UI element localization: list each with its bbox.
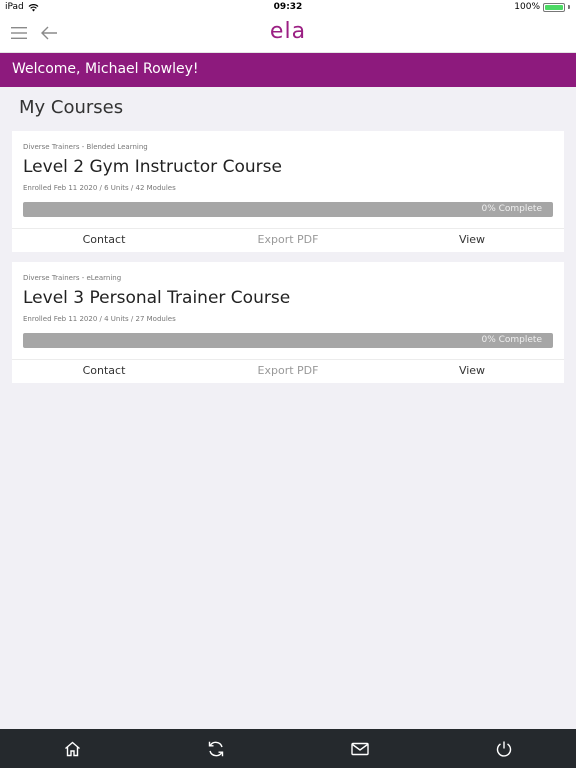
battery-tip xyxy=(568,5,570,9)
course-actions: Contact Export PDF View xyxy=(12,228,564,252)
course-title: Level 3 Personal Trainer Course xyxy=(23,288,291,308)
welcome-banner: Welcome, Michael Rowley! xyxy=(0,53,576,87)
course-progress-bar: 0% Complete xyxy=(23,202,553,217)
navigation-bar: ela xyxy=(0,16,576,53)
course-card: Diverse Trainers - Blended Learning Leve… xyxy=(12,131,564,252)
view-button[interactable]: View xyxy=(380,360,564,383)
battery-percent: 100% xyxy=(514,2,540,12)
mail-icon xyxy=(351,742,369,755)
course-provider: Diverse Trainers - Blended Learning xyxy=(23,143,148,151)
view-button[interactable]: View xyxy=(380,229,564,252)
welcome-text: Welcome, Michael Rowley! xyxy=(12,61,199,77)
contact-button[interactable]: Contact xyxy=(12,229,196,252)
battery-fill xyxy=(545,4,563,10)
power-icon xyxy=(496,741,512,757)
export-pdf-button[interactable]: Export PDF xyxy=(196,229,380,252)
bottom-tab-bar xyxy=(0,729,576,768)
tab-home[interactable] xyxy=(0,729,144,768)
app-logo: ela xyxy=(269,19,307,44)
course-meta: Enrolled Feb 11 2020 / 6 Units / 42 Modu… xyxy=(23,184,176,192)
status-right: 100% xyxy=(514,2,570,12)
course-progress-bar: 0% Complete xyxy=(23,333,553,348)
contact-button[interactable]: Contact xyxy=(12,360,196,383)
page-title: My Courses xyxy=(19,97,124,118)
battery-icon xyxy=(543,2,565,12)
course-progress-label: 0% Complete xyxy=(481,335,542,345)
tab-messages[interactable] xyxy=(288,729,432,768)
status-bar: iPad 09:32 100% xyxy=(0,0,576,16)
status-time: 09:32 xyxy=(273,2,303,12)
refresh-icon xyxy=(208,741,224,756)
course-progress-label: 0% Complete xyxy=(481,204,542,214)
course-title: Level 2 Gym Instructor Course xyxy=(23,157,282,177)
course-card: Diverse Trainers - eLearning Level 3 Per… xyxy=(12,262,564,383)
home-icon xyxy=(64,741,80,756)
course-provider: Diverse Trainers - eLearning xyxy=(23,274,122,282)
course-meta: Enrolled Feb 11 2020 / 4 Units / 27 Modu… xyxy=(23,315,176,323)
export-pdf-button[interactable]: Export PDF xyxy=(196,360,380,383)
tab-refresh[interactable] xyxy=(144,729,288,768)
tab-logout[interactable] xyxy=(432,729,576,768)
course-actions: Contact Export PDF View xyxy=(12,359,564,383)
